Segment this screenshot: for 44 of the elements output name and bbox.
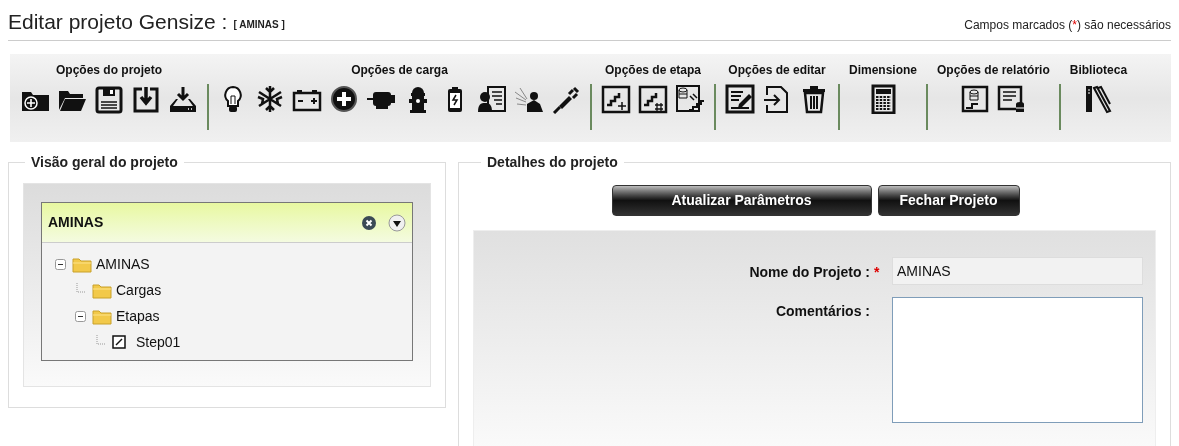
person-list-icon[interactable] (477, 84, 507, 114)
toolbar-group-label: Dimensione (849, 62, 917, 78)
snowflake-icon[interactable] (255, 84, 285, 114)
toolbar-group-label: Opções de editar (728, 62, 826, 78)
report-database-icon[interactable] (996, 84, 1027, 114)
close-icon[interactable] (362, 215, 376, 230)
toolbar-group-label: Biblioteca (1069, 62, 1128, 78)
tree-item[interactable]: Etapas (116, 305, 160, 327)
collapse-icon[interactable] (54, 258, 66, 270)
stairs-plus-icon[interactable] (601, 84, 631, 114)
tree-item[interactable]: Step01 (136, 331, 181, 353)
collapse-icon[interactable] (74, 310, 86, 322)
stairs-icon (112, 335, 126, 349)
stairs-hash-icon[interactable] (638, 84, 668, 114)
page-title: Editar projeto Gensize : (8, 10, 228, 34)
download-arrow-icon[interactable] (131, 84, 161, 114)
tree-item[interactable]: Cargas (116, 279, 162, 301)
folder-icon (92, 307, 112, 325)
tray-download-icon[interactable] (168, 84, 198, 114)
books-icon[interactable] (1083, 84, 1114, 114)
edit-icon[interactable] (725, 84, 755, 114)
tree-item[interactable]: AMINAS (96, 253, 150, 275)
dropdown-icon[interactable] (388, 213, 406, 232)
toolbar-group-label: Opções de carga (351, 62, 448, 78)
comments-field[interactable] (892, 297, 1143, 423)
project-tag: [ AMINAS ] (233, 17, 285, 34)
plus-circle-icon[interactable] (329, 84, 359, 114)
toolbar-group-label: Opções do projeto (56, 62, 162, 78)
required-mark: * (874, 263, 881, 282)
update-parameters-button[interactable]: Atualizar Parâmetros (611, 185, 872, 216)
close-project-button[interactable]: Fechar Projeto (877, 185, 1020, 216)
panel-title: AMINAS (48, 213, 104, 232)
panel-legend: Visão geral do projeto (25, 152, 184, 173)
project-name-field[interactable]: AMINAS (892, 257, 1143, 285)
report-icon[interactable] (959, 84, 990, 114)
stairs-database-icon[interactable] (675, 84, 705, 114)
toolbar-group-label: Opções de relatório (937, 62, 1050, 78)
toolbar-group-label: Opções de etapa (604, 62, 701, 78)
field-label: Nome do Projeto : (749, 263, 870, 282)
folder-icon (92, 281, 112, 299)
field-label: Comentários : (775, 302, 870, 321)
required-fields-note: Campos marcados (*) são necessários (964, 17, 1171, 34)
panel-legend: Detalhes do projeto (481, 152, 624, 173)
folder-icon (72, 255, 92, 273)
